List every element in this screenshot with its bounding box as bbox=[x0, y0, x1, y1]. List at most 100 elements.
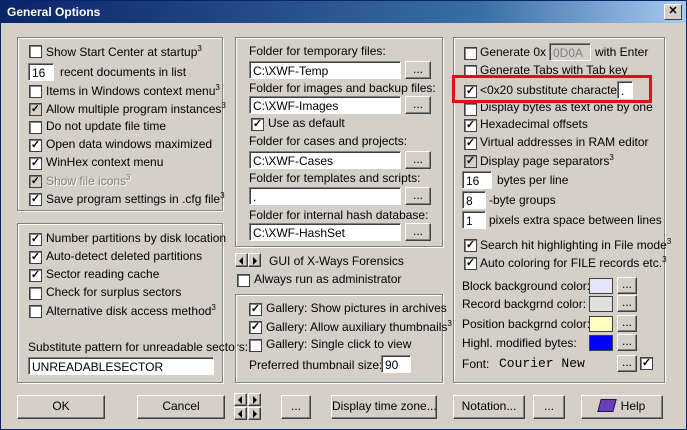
auto-detect-partitions-checkbox[interactable]: ✓ bbox=[29, 251, 42, 264]
byte-groups-input[interactable]: 8 bbox=[462, 191, 486, 209]
position-bg-color-swatch[interactable] bbox=[589, 316, 613, 332]
open-maximized-checkbox[interactable]: ✓ bbox=[29, 139, 42, 152]
multiple-instances-checkbox[interactable]: ✓ bbox=[29, 103, 42, 116]
hex-offsets-checkbox[interactable]: ✓ bbox=[464, 119, 477, 132]
use-as-default-label: Use as default bbox=[268, 116, 345, 130]
bytes-per-line-input[interactable]: 16 bbox=[462, 171, 492, 189]
notation-button[interactable]: Notation... bbox=[453, 395, 525, 419]
temp-folder-label: Folder for temporary files: bbox=[249, 44, 386, 58]
show-start-center-label: Show Start Center at startup3 bbox=[46, 44, 202, 59]
modified-bytes-color-button[interactable]: ... bbox=[617, 334, 637, 351]
position-bg-color-label: Position backgrnd color: bbox=[462, 317, 591, 331]
block-bg-color-button[interactable]: ... bbox=[617, 277, 637, 294]
highlight-box bbox=[452, 75, 652, 103]
help-label: Help bbox=[620, 399, 646, 413]
no-update-file-time-label: Do not update file time bbox=[46, 119, 167, 133]
substitute-pattern-input[interactable]: UNREADABLESECTOR bbox=[28, 357, 214, 375]
windows-context-menu-label: Items in Windows context menu3 bbox=[46, 83, 220, 98]
search-hit-checkbox[interactable]: ✓ bbox=[464, 239, 477, 252]
record-bg-color-swatch[interactable] bbox=[589, 296, 613, 312]
alt-disk-access-checkbox[interactable] bbox=[29, 305, 42, 318]
record-bg-color-button[interactable]: ... bbox=[617, 295, 637, 312]
windows-context-menu-checkbox[interactable] bbox=[29, 85, 42, 98]
run-as-admin-checkbox[interactable] bbox=[237, 274, 250, 287]
gallery-aux-thumbs-checkbox[interactable]: ✓ bbox=[249, 321, 262, 334]
templates-folder-browse-button[interactable]: ... bbox=[405, 187, 431, 205]
gui-prev-button[interactable] bbox=[235, 253, 248, 267]
gui-next-button[interactable] bbox=[248, 253, 261, 267]
title-bar: General Options ✕ bbox=[1, 1, 686, 23]
close-button[interactable]: ✕ bbox=[664, 4, 682, 20]
recent-documents-label: recent documents in list bbox=[60, 65, 187, 79]
images-folder-input[interactable]: C:\XWF-Images bbox=[249, 96, 401, 114]
sector-cache-checkbox[interactable]: ✓ bbox=[29, 269, 42, 282]
general-options-dialog: General Options ✕ Show Start Center at s… bbox=[0, 0, 687, 430]
cases-folder-label: Folder for cases and projects: bbox=[249, 134, 408, 148]
number-partitions-checkbox[interactable]: ✓ bbox=[29, 233, 42, 246]
gallery-archives-label: Gallery: Show pictures in archives bbox=[266, 301, 447, 315]
thumbnail-size-input[interactable]: 90 bbox=[381, 355, 411, 373]
recent-documents-input[interactable]: 16 bbox=[28, 63, 54, 81]
open-maximized-label: Open data windows maximized bbox=[46, 137, 213, 151]
display-bytes-checkbox[interactable] bbox=[464, 103, 477, 116]
arrow-left-icon bbox=[238, 410, 242, 418]
line-spacing-input[interactable]: 1 bbox=[462, 211, 486, 229]
use-as-default-checkbox[interactable]: ✓ bbox=[251, 118, 264, 131]
generate-enter-input[interactable]: 0D0A bbox=[549, 43, 591, 61]
images-folder-browse-button[interactable]: ... bbox=[405, 96, 431, 114]
temp-folder-browse-button[interactable]: ... bbox=[405, 61, 431, 79]
cancel-button[interactable]: Cancel bbox=[137, 395, 225, 419]
record-bg-color-label: Record backgrnd color: bbox=[462, 297, 587, 311]
arrow-right-icon bbox=[253, 257, 257, 265]
font-choose-button[interactable]: ... bbox=[617, 355, 637, 372]
cases-folder-input[interactable]: C:\XWF-Cases bbox=[249, 151, 401, 169]
more-options-button[interactable]: ... bbox=[281, 395, 311, 419]
nav-up-left-button[interactable] bbox=[234, 393, 247, 406]
hash-db-folder-input[interactable]: C:\XWF-HashSet bbox=[249, 223, 401, 241]
search-hit-label: Search hit highlighting in File mode3 bbox=[480, 237, 672, 252]
virtual-addresses-label: Virtual addresses in RAM editor bbox=[480, 135, 649, 149]
winhex-context-menu-checkbox[interactable]: ✓ bbox=[29, 157, 42, 170]
nav-down-left-button[interactable] bbox=[234, 407, 247, 420]
generate-enter-checkbox[interactable] bbox=[464, 47, 477, 60]
show-file-icons-label: Show file icons3 bbox=[46, 173, 131, 188]
gallery-archives-checkbox[interactable]: ✓ bbox=[249, 303, 262, 316]
save-cfg-checkbox[interactable]: ✓ bbox=[29, 193, 42, 206]
cases-folder-browse-button[interactable]: ... bbox=[405, 151, 431, 169]
extra-options-button[interactable]: ... bbox=[533, 395, 565, 419]
virtual-addresses-checkbox[interactable]: ✓ bbox=[464, 137, 477, 150]
font-option-checkbox[interactable]: ✓ bbox=[640, 357, 653, 370]
position-bg-color-button[interactable]: ... bbox=[617, 315, 637, 332]
with-enter-label: with Enter bbox=[595, 45, 649, 59]
nav-down-right-button[interactable] bbox=[248, 407, 261, 420]
page-separators-checkbox[interactable]: ✓ bbox=[464, 155, 477, 168]
gallery-single-click-checkbox[interactable] bbox=[249, 339, 262, 352]
modified-bytes-color-swatch[interactable] bbox=[589, 335, 613, 351]
display-time-zone-button[interactable]: Display time zone... bbox=[331, 395, 437, 419]
block-bg-color-swatch[interactable] bbox=[589, 278, 613, 294]
modified-bytes-color-label: Highl. modified bytes: bbox=[462, 336, 577, 350]
page-separators-label: Display page separators3 bbox=[480, 153, 614, 168]
bytes-per-line-label: bytes per line bbox=[497, 173, 569, 187]
line-spacing-label: pixels extra space between lines bbox=[489, 213, 662, 227]
multiple-instances-label: Allow multiple program instances3 bbox=[46, 101, 226, 116]
auto-detect-partitions-label: Auto-detect deleted partitions bbox=[46, 249, 203, 263]
auto-coloring-checkbox[interactable]: ✓ bbox=[464, 257, 477, 270]
show-start-center-checkbox[interactable] bbox=[29, 45, 42, 58]
help-button[interactable]: Help bbox=[581, 395, 663, 419]
help-book-icon bbox=[596, 399, 617, 412]
nav-up-right-button[interactable] bbox=[248, 393, 261, 406]
window-title: General Options bbox=[7, 5, 101, 19]
surplus-sectors-checkbox[interactable] bbox=[29, 287, 42, 300]
byte-groups-label: -byte groups bbox=[489, 193, 556, 207]
font-label: Font: bbox=[462, 357, 490, 371]
temp-folder-input[interactable]: C:\XWF-Temp bbox=[249, 61, 401, 79]
show-file-icons-checkbox[interactable]: ✓ bbox=[29, 175, 42, 188]
arrow-right-icon bbox=[253, 410, 257, 418]
hash-db-folder-browse-button[interactable]: ... bbox=[405, 223, 431, 241]
gallery-single-click-label: Gallery: Single click to view bbox=[266, 337, 412, 351]
templates-folder-input[interactable]: . bbox=[249, 187, 401, 205]
no-update-file-time-checkbox[interactable] bbox=[29, 121, 42, 134]
ok-button[interactable]: OK bbox=[17, 395, 105, 419]
block-bg-color-label: Block background color: bbox=[462, 279, 591, 293]
